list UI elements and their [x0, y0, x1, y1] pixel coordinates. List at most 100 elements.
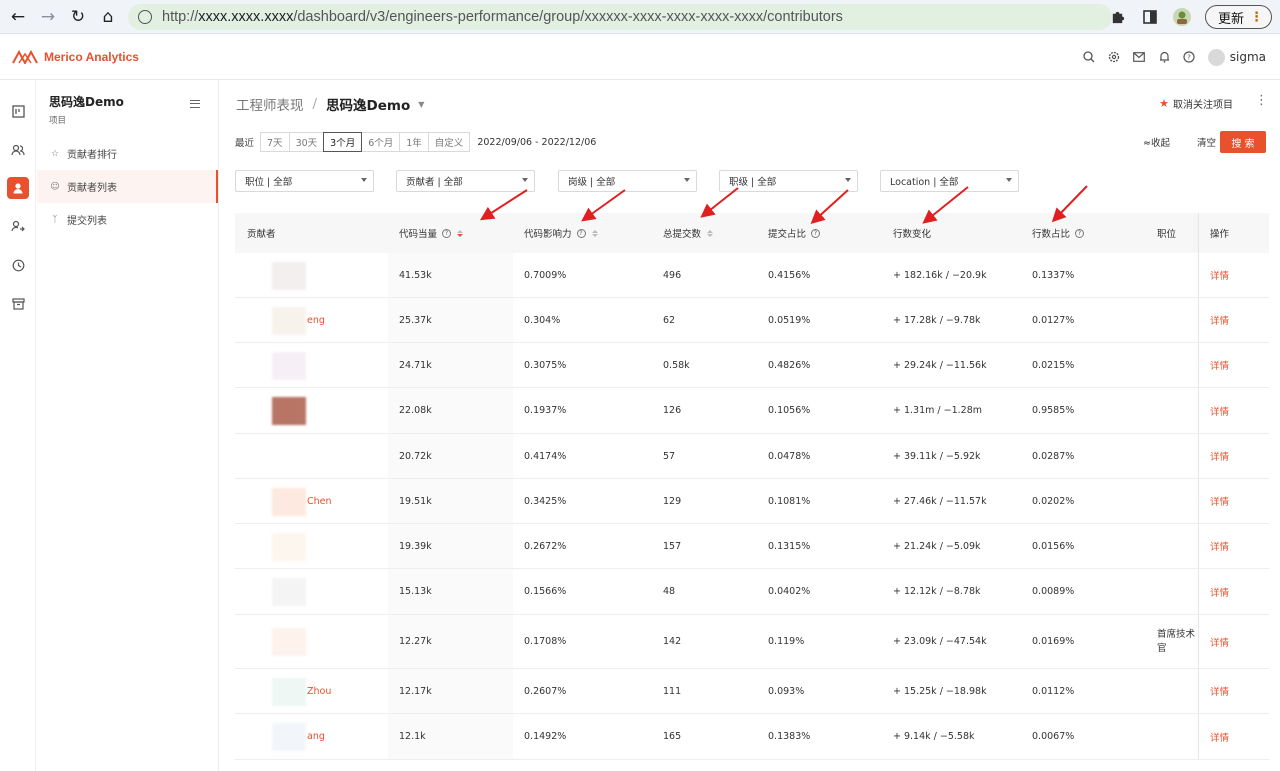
browser-update-button[interactable]: 更新 ⋮ — [1204, 5, 1272, 29]
detail-link[interactable]: 详情 — [1210, 298, 1229, 342]
range-3m[interactable]: 3个月 — [323, 132, 363, 152]
cell-impact: 0.1708% — [524, 636, 567, 647]
search-icon[interactable] — [1083, 51, 1096, 64]
branch-icon: ᛉ — [52, 214, 58, 225]
puzzle-icon[interactable] — [1109, 8, 1127, 26]
cell-commits: 0.58k — [663, 359, 690, 371]
cell-commits: 126 — [663, 405, 682, 416]
cell-line-change: + 12.12k / −8.78k — [893, 586, 981, 597]
cell-commit-share: 0.0478% — [768, 450, 811, 462]
contributor-name[interactable]: ang — [307, 714, 325, 759]
annotation-arrows — [479, 185, 1088, 225]
help-icon[interactable]: ? — [1183, 51, 1196, 64]
bell-icon[interactable] — [1158, 51, 1171, 64]
table-row: 12.27k 0.1708% 142 0.119% + 23.09k / −47.54k… — [235, 615, 1269, 669]
cell-commits: 496 — [663, 269, 682, 281]
cell-commits: 165 — [663, 731, 682, 742]
rail-team[interactable] — [0, 131, 36, 170]
cell-line-share: 0.0202% — [1032, 495, 1075, 507]
detail-link[interactable]: 详情 — [1210, 388, 1229, 433]
archive-icon — [7, 293, 29, 315]
cell-impact: 0.304% — [524, 314, 561, 326]
avatar — [272, 442, 306, 471]
fixed-column-divider — [1198, 569, 1199, 614]
logo-text: Merico Analytics — [44, 49, 139, 64]
avatar — [272, 397, 306, 425]
fixed-column-divider — [1198, 669, 1199, 713]
settings-icon[interactable] — [1108, 51, 1121, 64]
arrow-to-code-equivalent — [479, 189, 528, 221]
address-bar[interactable]: http://xxxx.xxxx.xxxx/dashboard/v3/engin… — [128, 4, 1112, 30]
cell-equiv: 41.53k — [399, 269, 432, 281]
project-sidebar: 思码逸Demo 项目 ☆ 贡献者排行 ☺ 贡献者列表 ᛉ 提交列表 — [37, 80, 219, 771]
sidebar-toggle-icon[interactable] — [1141, 8, 1159, 26]
cell-line-share: 0.0067% — [1032, 731, 1075, 742]
mail-icon[interactable] — [1133, 51, 1146, 64]
rail-engineers[interactable] — [0, 169, 36, 208]
cell-equiv: 12.1k — [399, 731, 426, 742]
sidebar-item-commit-list[interactable]: ᛉ 提交列表 — [37, 203, 218, 236]
cell-line-share: 0.0215% — [1032, 359, 1075, 371]
cell-commits: 48 — [663, 586, 676, 597]
logo[interactable]: Merico Analytics — [12, 49, 139, 64]
contributor-name[interactable]: Zhou — [307, 669, 331, 713]
main-content: 工程师表现 / 思码逸Demo ▼ ★ 取消关注项目 ⋮ 最近 7天 30天 3… — [219, 80, 1280, 771]
trophy-icon: ☆ — [50, 148, 60, 159]
contributor-name[interactable]: Chen — [307, 479, 332, 523]
contributor-name[interactable]: eng — [307, 298, 325, 342]
cell-impact: 0.3425% — [524, 495, 567, 507]
avatar — [272, 578, 306, 606]
cell-equiv: 19.39k — [399, 540, 432, 552]
detail-link[interactable]: 详情 — [1210, 714, 1229, 759]
back-icon[interactable]: ← — [6, 5, 30, 29]
fixed-column-divider — [1198, 615, 1199, 668]
forward-icon[interactable]: → — [36, 5, 60, 29]
cell-impact: 0.2607% — [524, 685, 567, 697]
detail-link[interactable]: 详情 — [1210, 253, 1229, 297]
user-avatar[interactable] — [1207, 48, 1225, 66]
cell-equiv: 24.71k — [399, 359, 432, 371]
cell-impact: 0.4174% — [524, 450, 567, 462]
detail-link[interactable]: 详情 — [1210, 615, 1229, 668]
cell-commits: 129 — [663, 495, 682, 507]
cell-impact: 0.3075% — [524, 359, 567, 371]
cell-commits: 157 — [663, 540, 682, 552]
detail-link[interactable]: 详情 — [1210, 479, 1229, 523]
team-icon — [7, 139, 29, 161]
detail-link[interactable]: 详情 — [1210, 569, 1229, 614]
home-icon[interactable]: ⌂ — [96, 5, 120, 29]
avatar — [272, 628, 306, 656]
avatar — [272, 306, 306, 335]
detail-link[interactable]: 详情 — [1210, 434, 1229, 478]
reload-icon[interactable]: ↻ — [66, 5, 90, 29]
table-row: 41.53k 0.7009% 496 0.4156% + 182.16k / −20.9… — [235, 253, 1269, 298]
table-row: eng 25.37k 0.304% 62 0.0519% + 17.28k / −9.78… — [235, 298, 1269, 343]
sidebar-item-ranking[interactable]: ☆ 贡献者排行 — [37, 137, 218, 170]
fixed-column-divider — [1198, 479, 1199, 523]
sidebar-item-label: 贡献者排行 — [67, 150, 117, 161]
arrow-to-code-impact — [581, 189, 626, 222]
sidebar-item-contributor-list[interactable]: ☺ 贡献者列表 — [37, 170, 218, 203]
detail-link[interactable]: 详情 — [1210, 669, 1229, 713]
cell-commit-share: 0.4826% — [768, 359, 811, 371]
profile-avatar-icon[interactable] — [1172, 8, 1191, 26]
menu-icon[interactable] — [190, 100, 200, 108]
cell-commits: 111 — [663, 685, 682, 697]
cell-equiv: 22.08k — [399, 405, 432, 416]
avatar — [272, 261, 306, 290]
smile-icon: ☺ — [50, 181, 60, 192]
sidebar-item-label: 贡献者列表 — [67, 183, 117, 194]
user-name[interactable]: sigma — [1230, 50, 1266, 64]
detail-link[interactable]: 详情 — [1210, 524, 1229, 568]
cell-commit-share: 0.0519% — [768, 314, 811, 326]
sidebar-item-label: 提交列表 — [67, 216, 107, 227]
rail-board[interactable] — [0, 92, 36, 131]
left-rail — [0, 80, 36, 771]
rail-history[interactable] — [0, 246, 36, 285]
rail-archive[interactable] — [0, 285, 36, 324]
detail-link[interactable]: 详情 — [1210, 343, 1229, 387]
rail-transfer[interactable] — [0, 208, 36, 247]
cell-line-share: 0.0156% — [1032, 540, 1075, 552]
url-prefix: http:// — [162, 9, 199, 25]
table-body: 41.53k 0.7009% 496 0.4156% + 182.16k / −20.9… — [235, 253, 1269, 760]
